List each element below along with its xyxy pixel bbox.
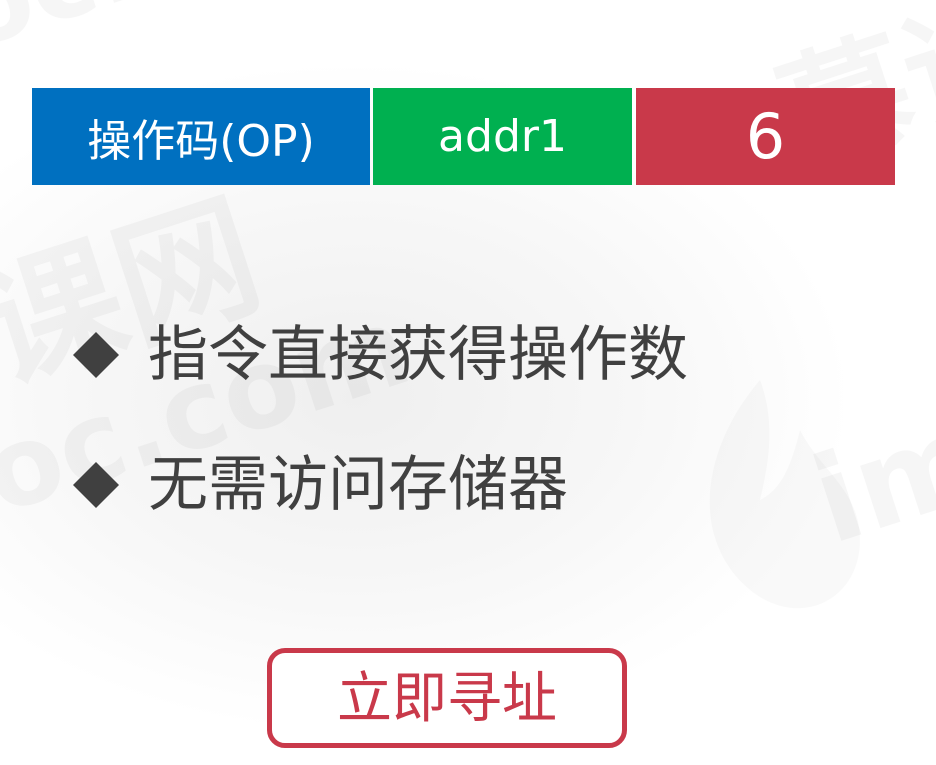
diamond-icon [73,462,119,508]
bullet-text: 指令直接获得操作数 [148,320,688,390]
bullet-item: 无需访问存储器 [70,449,568,521]
slide: imooc.com 慕课网 imooc.com 慕课网 imooc.com 操作… [0,0,936,765]
immediate-operand-value: 6 [745,100,786,173]
addressing-mode-box: 立即寻址 [267,648,627,748]
address-field-label: addr1 [438,111,567,162]
diamond-icon [73,332,119,378]
bullet-text: 无需访问存储器 [148,450,568,520]
opcode-field: 操作码(OP) [32,88,370,185]
bullet-item: 指令直接获得操作数 [70,319,688,391]
watermark-flame-logo [710,380,860,608]
watermark-text-cn: 慕课网 [0,174,278,459]
address-field: addr1 [373,88,632,185]
addressing-mode-label: 立即寻址 [336,666,557,730]
immediate-operand-field: 6 [636,88,895,185]
watermark-text-en: imooc.com [798,215,936,572]
opcode-field-label: 操作码(OP) [87,115,315,167]
